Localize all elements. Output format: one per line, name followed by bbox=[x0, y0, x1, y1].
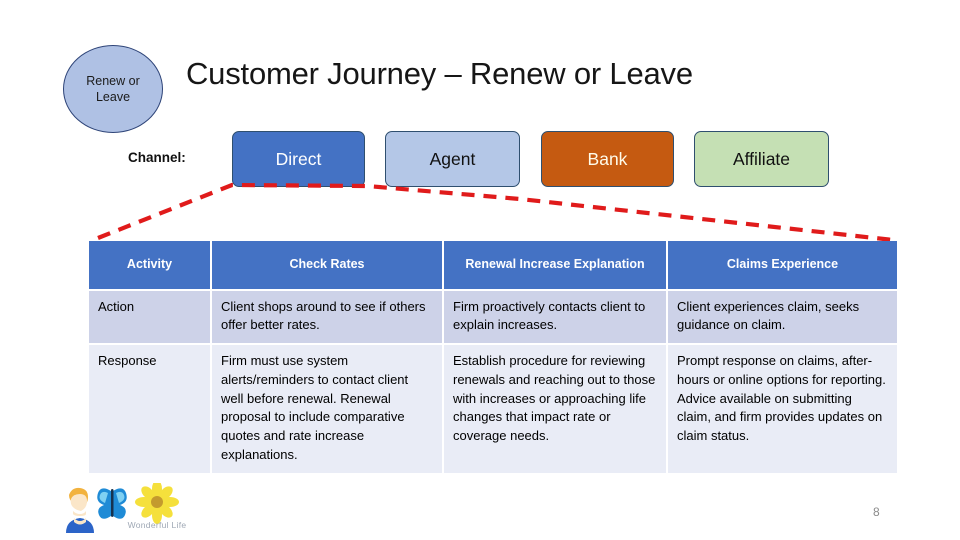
cell-action-check-rates: Client shops around to see if others off… bbox=[212, 291, 442, 343]
stage-circle-label-line2: Leave bbox=[95, 90, 131, 104]
cell-response-renewal-increase: Establish procedure for reviewing renewa… bbox=[444, 344, 666, 473]
flower-icon bbox=[135, 483, 179, 524]
page-number: 8 bbox=[873, 505, 880, 519]
cell-response-check-rates: Firm must use system alerts/reminders to… bbox=[212, 344, 442, 473]
table-header-claims-experience: Claims Experience bbox=[668, 241, 897, 289]
journey-table: Activity Check Rates Renewal Increase Ex… bbox=[87, 239, 899, 475]
table-header-renewal-increase-explanation: Renewal Increase Explanation bbox=[444, 241, 666, 289]
channel-box-affiliate[interactable]: Affiliate bbox=[694, 131, 829, 187]
cell-action-renewal-increase: Firm proactively contacts client to expl… bbox=[444, 291, 666, 343]
channel-box-bank-label: Bank bbox=[587, 148, 628, 169]
channel-box-direct[interactable]: Direct bbox=[232, 131, 365, 187]
table-row-action: Action Client shops around to see if oth… bbox=[89, 291, 897, 343]
table-header-check-rates: Check Rates bbox=[212, 241, 442, 289]
butterfly-icon bbox=[97, 488, 127, 519]
table-header-activity: Activity bbox=[89, 241, 210, 289]
cell-action-claims-experience: Client experiences claim, seeks guidance… bbox=[668, 291, 897, 343]
table-row-response: Response Firm must use system alerts/rem… bbox=[89, 344, 897, 473]
stage-circle-renew-or-leave: Renew or Leave bbox=[63, 45, 163, 133]
footer-logo-text: Wonderful Life bbox=[128, 520, 187, 530]
page-title: Customer Journey – Renew or Leave bbox=[186, 56, 693, 91]
row-label-action: Action bbox=[89, 291, 210, 343]
stage-circle-label: Renew or Leave bbox=[76, 73, 150, 106]
person-icon bbox=[66, 487, 94, 533]
channel-label: Channel: bbox=[128, 150, 186, 165]
footer-logo: Wonderful Life bbox=[66, 483, 187, 533]
stage-circle-label-line1: Renew or bbox=[86, 73, 140, 88]
row-label-response: Response bbox=[89, 344, 210, 473]
cell-response-claims-experience: Prompt response on claims, after-hours o… bbox=[668, 344, 897, 473]
channel-box-affiliate-label: Affiliate bbox=[732, 148, 791, 169]
table-header-row: Activity Check Rates Renewal Increase Ex… bbox=[89, 241, 897, 289]
channel-box-agent-label: Agent bbox=[429, 148, 476, 169]
channel-box-agent[interactable]: Agent bbox=[385, 131, 520, 187]
channel-box-bank[interactable]: Bank bbox=[541, 131, 674, 187]
channel-box-direct-label: Direct bbox=[275, 148, 322, 169]
